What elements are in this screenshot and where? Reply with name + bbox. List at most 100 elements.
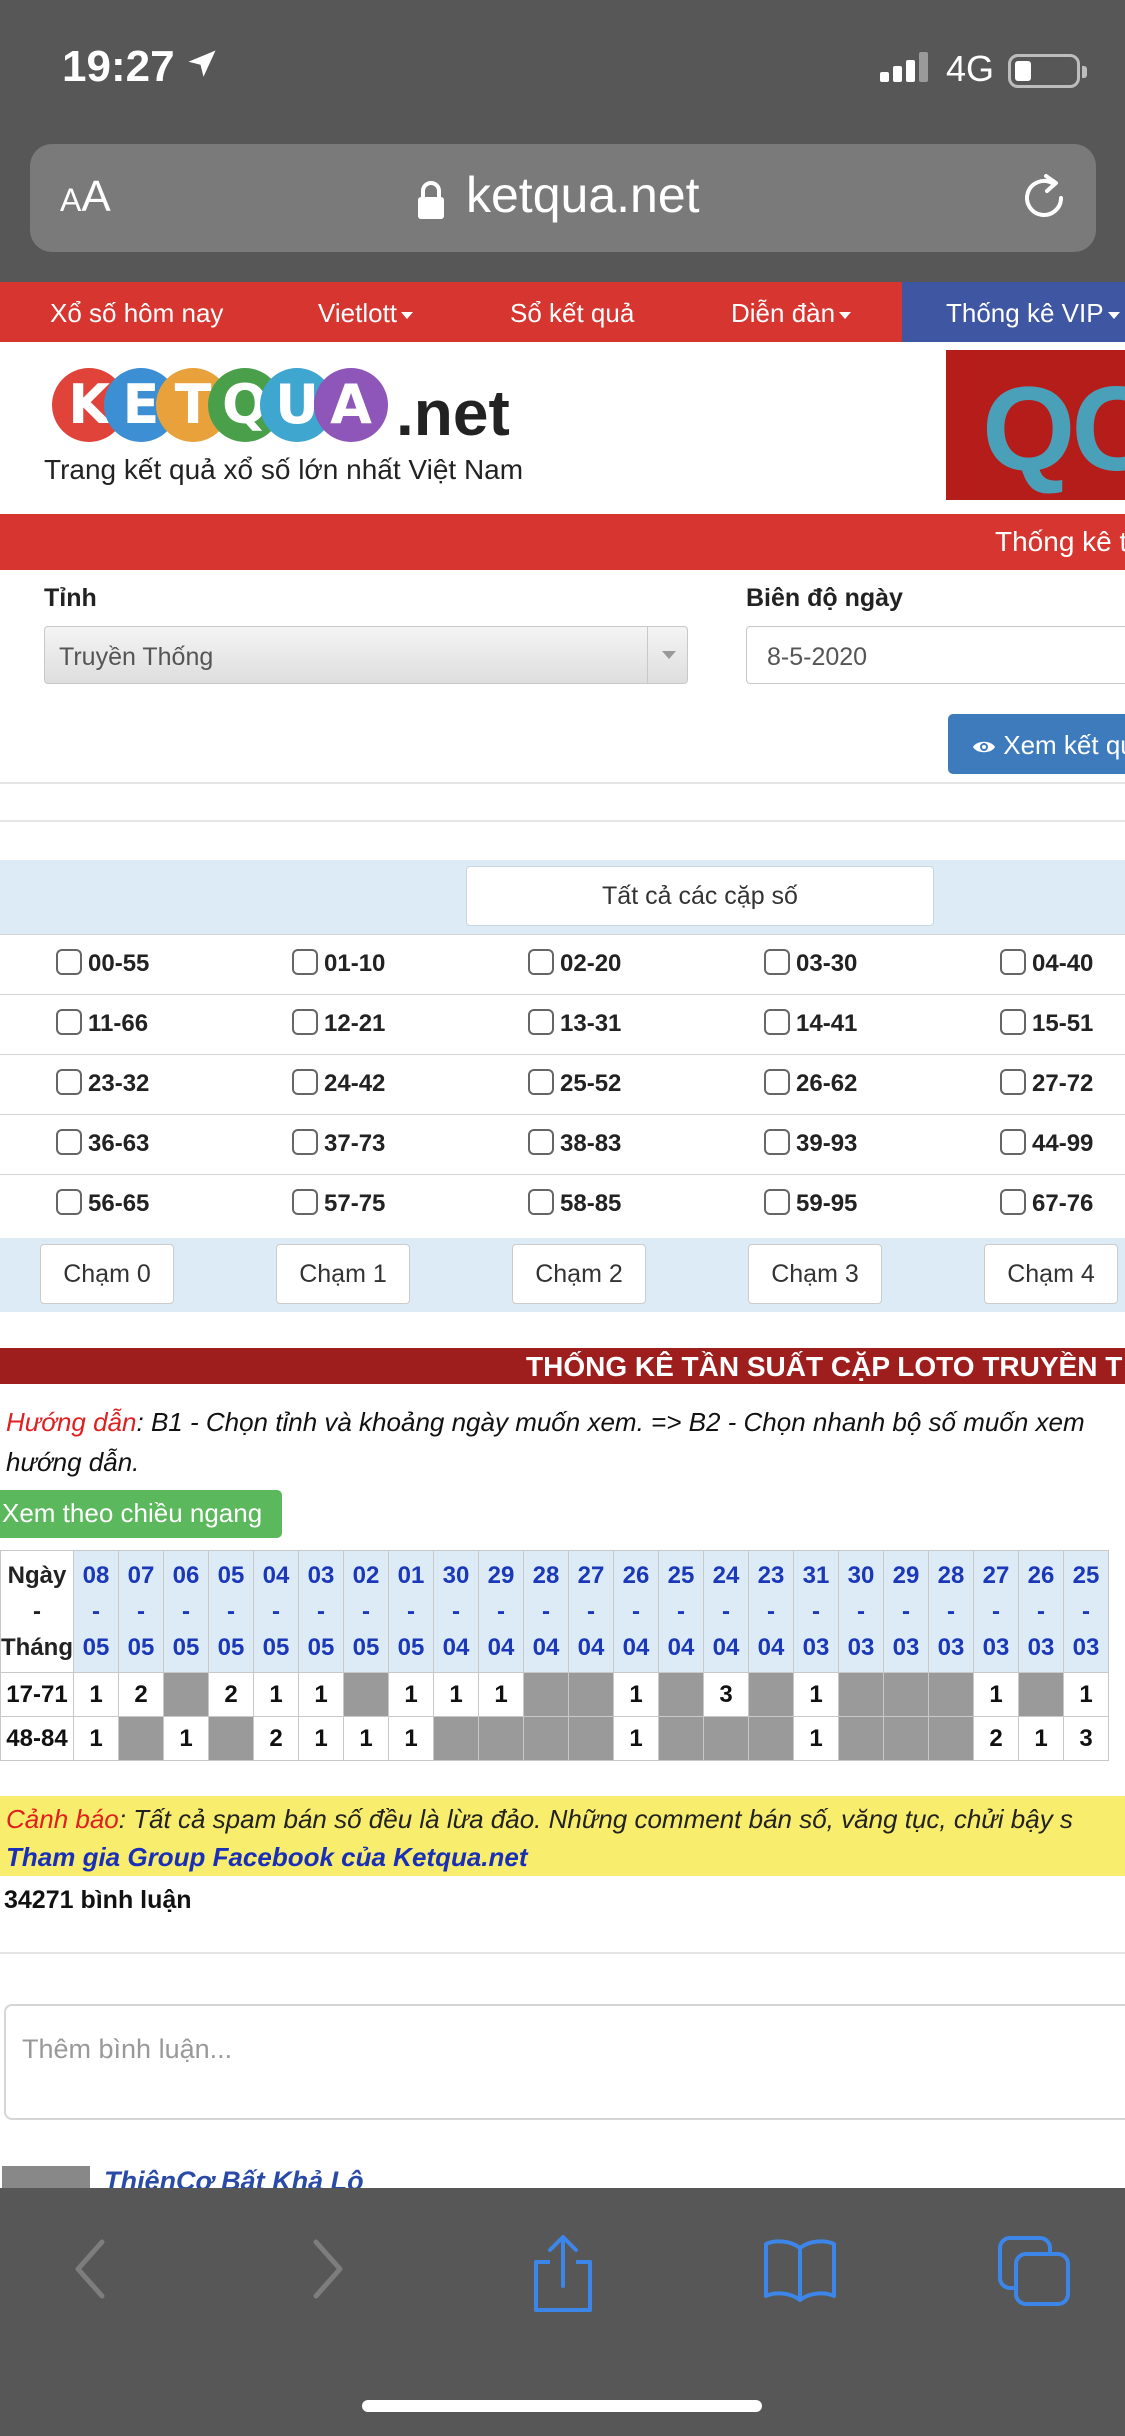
date-header-cell: 27-03 bbox=[973, 1550, 1019, 1673]
table-header-row: Ngày - Tháng 08-05 07-05 06-05 05-05 04-05 03-05… bbox=[0, 1550, 1109, 1673]
checkbox[interactable] bbox=[528, 1069, 554, 1095]
pair-checkbox-item[interactable]: 37-73 bbox=[292, 1129, 385, 1158]
pair-checkbox-item[interactable]: 00-55 bbox=[56, 949, 149, 978]
cham-button[interactable]: Chạm 2 bbox=[512, 1244, 646, 1304]
date-range-input[interactable]: 8-5-2020 bbox=[746, 626, 1125, 684]
pair-checkbox-item[interactable]: 24-42 bbox=[292, 1069, 385, 1098]
bookmarks-icon[interactable] bbox=[762, 2234, 838, 2304]
pair-label: 01-10 bbox=[324, 950, 386, 977]
pair-checkbox-item[interactable]: 67-76 bbox=[1000, 1189, 1093, 1218]
pair-checkbox-item[interactable]: 15-51 bbox=[1000, 1009, 1093, 1038]
pair-checkbox-item[interactable]: 11-66 bbox=[56, 1009, 148, 1038]
frequency-cell bbox=[703, 1716, 749, 1761]
pair-checkbox-item[interactable]: 44-99 bbox=[1000, 1129, 1093, 1158]
facebook-group-link[interactable]: Tham gia Group Facebook của Ketqua.net bbox=[6, 1838, 1119, 1876]
checkbox[interactable] bbox=[56, 1189, 82, 1215]
checkbox[interactable] bbox=[56, 1069, 82, 1095]
pair-checkbox-item[interactable]: 13-31 bbox=[528, 1009, 621, 1038]
checkbox[interactable] bbox=[1000, 1009, 1026, 1035]
checkbox[interactable] bbox=[528, 949, 554, 975]
checkbox[interactable] bbox=[1000, 1189, 1026, 1215]
pair-label: 44-99 bbox=[1032, 1130, 1094, 1157]
cham-button[interactable]: Chạm 1 bbox=[276, 1244, 410, 1304]
pair-checkbox-item[interactable]: 36-63 bbox=[56, 1129, 149, 1158]
pair-label: 02-20 bbox=[560, 950, 622, 977]
avatar[interactable] bbox=[2, 2166, 90, 2188]
checkbox[interactable] bbox=[292, 1069, 318, 1095]
frequency-cell: 1 bbox=[73, 1672, 119, 1717]
reload-icon[interactable] bbox=[1014, 168, 1074, 228]
checkbox[interactable] bbox=[528, 1009, 554, 1035]
date-header-cell: 03-05 bbox=[298, 1550, 344, 1673]
pair-checkbox-item[interactable]: 01-10 bbox=[292, 949, 385, 978]
checkbox[interactable] bbox=[292, 949, 318, 975]
pair-checkbox-item[interactable]: 58-85 bbox=[528, 1189, 621, 1218]
pair-checkbox-item[interactable]: 25-52 bbox=[528, 1069, 621, 1098]
checkbox[interactable] bbox=[1000, 1129, 1026, 1155]
url-domain[interactable]: ketqua.net bbox=[466, 166, 700, 224]
checkbox[interactable] bbox=[764, 1129, 790, 1155]
pair-label: 37-73 bbox=[324, 1130, 386, 1157]
back-icon[interactable] bbox=[66, 2234, 116, 2304]
checkbox[interactable] bbox=[528, 1189, 554, 1215]
pair-checkbox-item[interactable]: 59-95 bbox=[764, 1189, 857, 1218]
checkbox[interactable] bbox=[764, 1189, 790, 1215]
tabs-icon[interactable] bbox=[994, 2234, 1074, 2310]
checkbox[interactable] bbox=[292, 1129, 318, 1155]
cham-button[interactable]: Chạm 4 bbox=[984, 1244, 1118, 1304]
checkbox[interactable] bbox=[56, 949, 82, 975]
guide-text: Hướng dẫn: B1 - Chọn tỉnh và khoảng ngày… bbox=[6, 1407, 1085, 1477]
frequency-cell bbox=[658, 1672, 704, 1717]
forward-icon[interactable] bbox=[302, 2234, 352, 2304]
frequency-cell bbox=[883, 1716, 929, 1761]
nav-item-results-book[interactable]: Sổ kết quả bbox=[510, 298, 634, 329]
cham-button[interactable]: Chạm 3 bbox=[748, 1244, 882, 1304]
date-header-cell: 01-05 bbox=[388, 1550, 434, 1673]
frequency-cell bbox=[343, 1672, 389, 1717]
home-indicator[interactable] bbox=[362, 2400, 762, 2412]
horizontal-view-button[interactable]: Xem theo chiều ngang bbox=[0, 1490, 282, 1538]
checkbox[interactable] bbox=[56, 1009, 82, 1035]
pair-checkbox-item[interactable]: 02-20 bbox=[528, 949, 621, 978]
nav-item-today[interactable]: Xổ số hôm nay bbox=[50, 298, 223, 329]
nav-item-forum[interactable]: Diễn đàn bbox=[731, 298, 852, 329]
pair-label: 24-42 bbox=[324, 1070, 386, 1097]
pair-checkbox-item[interactable]: 27-72 bbox=[1000, 1069, 1093, 1098]
pair-checkbox-item[interactable]: 26-62 bbox=[764, 1069, 857, 1098]
cham-buttons-row: Chạm 0 Chạm 1 Chạm 2 Chạm 3 Chạm 4 bbox=[0, 1238, 1125, 1312]
pair-checkbox-item[interactable]: 04-40 bbox=[1000, 949, 1093, 978]
province-select[interactable]: Truyền Thống bbox=[44, 626, 688, 684]
pair-checkbox-item[interactable]: 12-21 bbox=[292, 1009, 385, 1038]
url-bar[interactable]: AA ketqua.net bbox=[30, 144, 1096, 252]
share-icon[interactable] bbox=[528, 2234, 598, 2314]
checkbox[interactable] bbox=[764, 1069, 790, 1095]
checkbox[interactable] bbox=[1000, 1069, 1026, 1095]
ad-banner[interactable]: QC bbox=[946, 350, 1125, 500]
comment-username[interactable]: ThiênCơ Bất Khả Lộ bbox=[104, 2166, 364, 2188]
checkbox[interactable] bbox=[292, 1009, 318, 1035]
pair-checkbox-item[interactable]: 39-93 bbox=[764, 1129, 857, 1158]
pair-checkbox-item[interactable]: 56-65 bbox=[56, 1189, 149, 1218]
all-pairs-button[interactable]: Tất cả các cặp số bbox=[466, 866, 934, 926]
pair-checkbox-item[interactable]: 38-83 bbox=[528, 1129, 621, 1158]
text-size-button[interactable]: AA bbox=[60, 172, 111, 222]
view-results-button[interactable]: Xem kết qu bbox=[948, 714, 1125, 774]
checkbox[interactable] bbox=[1000, 949, 1026, 975]
status-time: 19:27 bbox=[62, 42, 175, 91]
cham-button[interactable]: Chạm 0 bbox=[40, 1244, 174, 1304]
checkbox[interactable] bbox=[528, 1129, 554, 1155]
checkbox[interactable] bbox=[764, 949, 790, 975]
frequency-cell: 1 bbox=[433, 1672, 479, 1717]
pair-checkbox-item[interactable]: 57-75 bbox=[292, 1189, 385, 1218]
nav-item-vip-stats[interactable]: Thống kê VIP bbox=[946, 298, 1120, 329]
comment-input[interactable]: Thêm bình luận... bbox=[4, 2004, 1125, 2120]
comment-count: 34271 bình luận bbox=[4, 1886, 192, 1914]
pair-checkbox-item[interactable]: 03-30 bbox=[764, 949, 857, 978]
checkbox[interactable] bbox=[56, 1129, 82, 1155]
nav-item-vietlott[interactable]: Vietlott bbox=[318, 298, 414, 329]
checkbox[interactable] bbox=[764, 1009, 790, 1035]
chevron-down-icon bbox=[839, 311, 852, 319]
pair-checkbox-item[interactable]: 14-41 bbox=[764, 1009, 857, 1038]
checkbox[interactable] bbox=[292, 1189, 318, 1215]
pair-checkbox-item[interactable]: 23-32 bbox=[56, 1069, 149, 1098]
